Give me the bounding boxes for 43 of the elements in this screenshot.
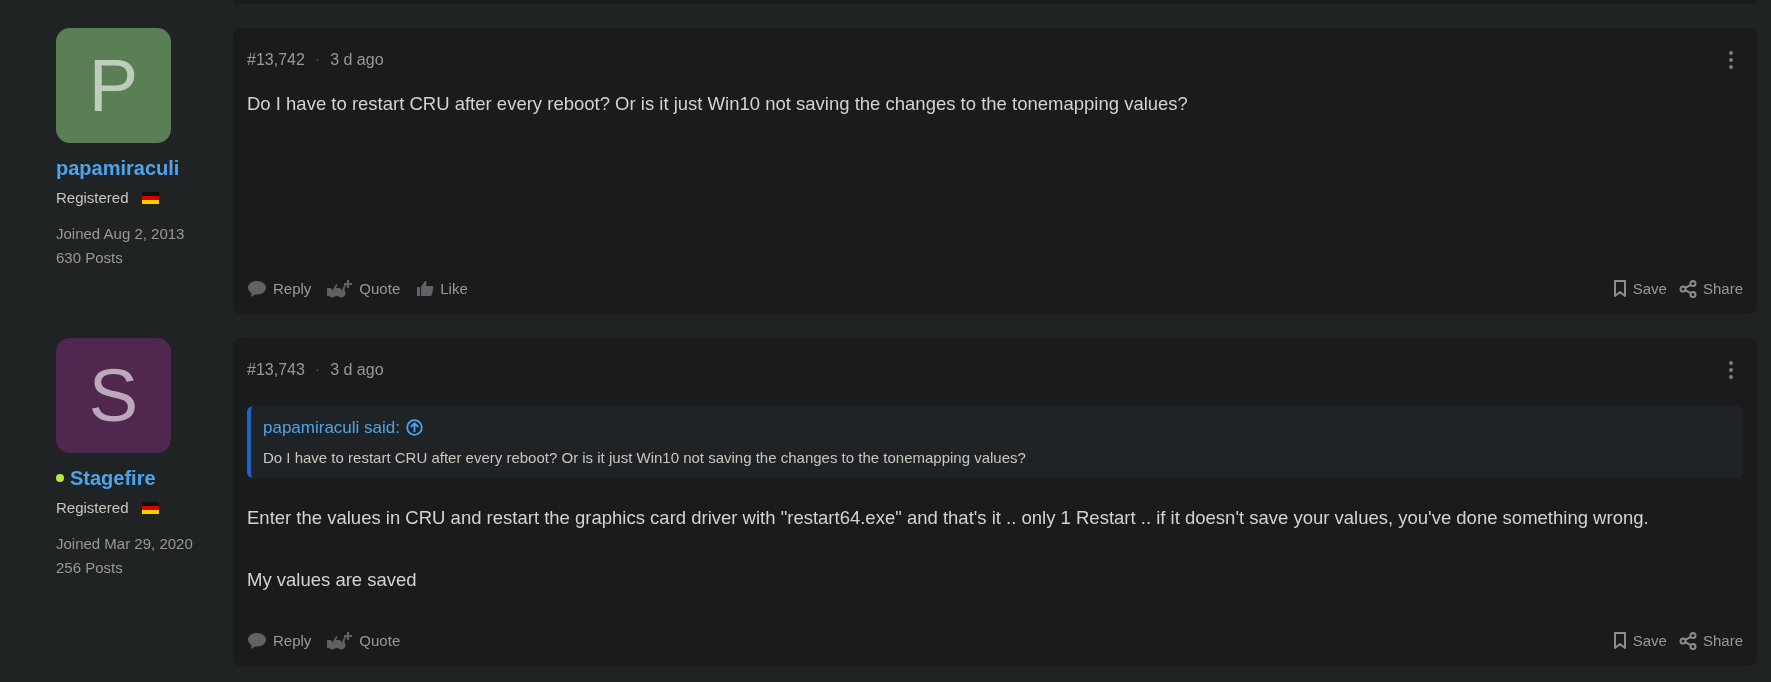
quote-plus-icon xyxy=(327,630,354,651)
save-button[interactable]: Save xyxy=(1612,629,1667,652)
avatar[interactable]: S xyxy=(56,338,171,453)
quote-plus-icon xyxy=(327,278,354,299)
join-date: Joined Aug 2, 2013 xyxy=(56,223,186,244)
share-icon xyxy=(1678,631,1697,650)
reply-button[interactable]: Reply xyxy=(247,629,312,652)
username-link[interactable]: Stagefire xyxy=(70,463,156,493)
bookmark-icon xyxy=(1612,280,1627,298)
share-button[interactable]: Share xyxy=(1678,277,1743,300)
quote-text: Do I have to restart CRU after every reboot? Or is it just Win10 not saving the changes to the tonemapping values? xyxy=(263,447,1027,468)
thumbs-up-icon xyxy=(416,280,435,298)
join-date: Joined Mar 29, 2020 xyxy=(56,533,194,554)
post-count: 630 Posts xyxy=(56,248,124,268)
quote-button[interactable]: Quote xyxy=(327,629,401,652)
quote-button[interactable]: Quote xyxy=(327,277,401,300)
post-text: My values are saved xyxy=(247,567,418,592)
post-count: 256 Posts xyxy=(56,558,124,578)
quote-source-link[interactable]: papamiraculi said: xyxy=(263,415,423,441)
speech-bubble-icon xyxy=(247,279,267,298)
reply-button[interactable]: Reply xyxy=(247,277,312,300)
separator-dot: · xyxy=(314,50,321,70)
speech-bubble-icon xyxy=(247,631,267,650)
flag-icon xyxy=(141,192,159,205)
save-button[interactable]: Save xyxy=(1612,277,1667,300)
more-vertical-icon xyxy=(1729,51,1733,69)
post-time: 3 d ago xyxy=(330,360,384,380)
arrow-up-circle-icon xyxy=(406,419,423,437)
post-number-link[interactable]: #13,742 xyxy=(247,48,305,72)
share-icon xyxy=(1678,279,1697,298)
share-button[interactable]: Share xyxy=(1678,629,1743,652)
like-button[interactable]: Like xyxy=(416,277,468,300)
post-number-link[interactable]: #13,743 xyxy=(247,358,305,382)
post-text: Enter the values in CRU and restart the graphics card driver with "restart64.exe" and that's it .. only 1 Restart .. if it doesn't save your values, you've done something wrong. xyxy=(247,506,1650,530)
username-link[interactable]: papamiraculi xyxy=(56,153,180,183)
user-role: Registered xyxy=(56,498,129,518)
more-vertical-icon xyxy=(1729,361,1733,379)
user-role: Registered xyxy=(56,188,129,208)
bookmark-icon xyxy=(1612,632,1627,650)
separator-dot: · xyxy=(314,360,321,380)
flag-icon xyxy=(141,502,159,515)
post-time: 3 d ago xyxy=(330,50,384,70)
post-text: Do I have to restart CRU after every reboot? Or is it just Win10 not saving the changes to the tonemapping values? xyxy=(247,92,1189,116)
